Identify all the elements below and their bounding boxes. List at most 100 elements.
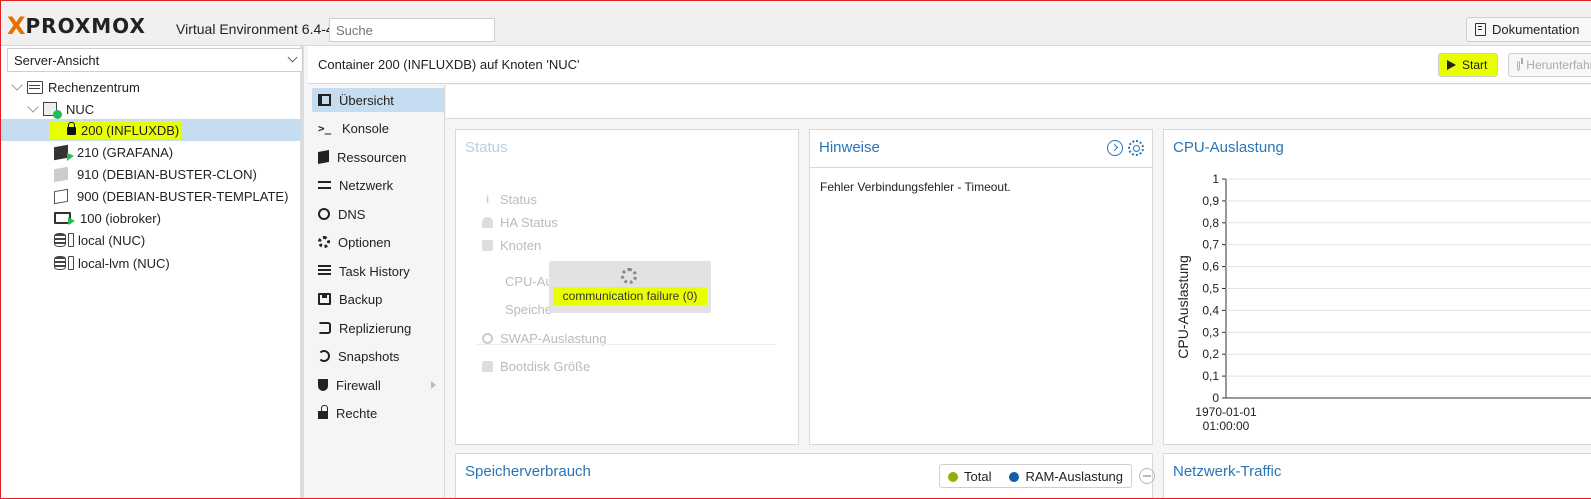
menu-item-label: Firewall	[336, 377, 381, 393]
gear-icon	[318, 236, 330, 248]
gridlines	[1225, 178, 1591, 399]
tree-item-ct-210[interactable]: 210 (GRAFANA)	[1, 141, 301, 163]
tree-item-label: 210 (GRAFANA)	[77, 144, 174, 160]
container-running-icon	[54, 144, 74, 161]
collapse-icon[interactable]	[1139, 468, 1155, 484]
menu-item-snapshots[interactable]: Snapshots	[312, 344, 444, 368]
refresh-icon	[482, 332, 493, 344]
status-row: HA Status	[482, 213, 558, 231]
tree-item-label: NUC	[66, 101, 95, 117]
menu-item-console[interactable]: >_ Konsole	[312, 116, 444, 140]
search-input[interactable]	[329, 18, 495, 42]
menu-item-backup[interactable]: Backup	[312, 287, 444, 311]
proxmox-logo[interactable]: X PROXMOX	[7, 14, 146, 38]
vm-running-icon	[54, 212, 75, 225]
history-icon	[318, 350, 330, 362]
retweet-icon	[318, 322, 331, 334]
status-row-label: HA Status	[500, 214, 558, 230]
y-tick-label: 0,7	[1202, 238, 1219, 252]
status-row: Bootdisk Größe	[482, 357, 590, 375]
legend-item-ram[interactable]: RAM-Auslastung	[1009, 469, 1123, 484]
expander-icon[interactable]	[11, 79, 23, 91]
view-select[interactable]: Server-Ansicht	[7, 48, 303, 72]
y-tick-label: 0,2	[1202, 347, 1219, 361]
menu-item-dns[interactable]: DNS	[312, 202, 444, 226]
console-icon: >_	[318, 121, 332, 135]
legend-label: Total	[964, 468, 992, 484]
y-tick-label: 0,9	[1202, 194, 1219, 208]
tree-item-ct-200[interactable]: 200 (INFLUXDB)	[1, 119, 301, 141]
tree-item-label: local-lvm (NUC)	[78, 255, 170, 271]
documentation-button[interactable]: Dokumentation	[1466, 17, 1591, 42]
tree-item-ct-910[interactable]: 910 (DEBIAN-BUSTER-CLON)	[1, 163, 301, 185]
tree-item-storage-local-lvm[interactable]: local-lvm (NUC)	[1, 252, 301, 274]
menu-item-permissions[interactable]: Rechte	[312, 401, 444, 425]
node-icon	[43, 102, 62, 119]
expander-icon[interactable]	[27, 101, 39, 113]
menu-item-label: Optionen	[338, 234, 391, 250]
menu-item-replication[interactable]: Replizierung	[312, 316, 444, 340]
list-icon	[318, 265, 331, 277]
gear-icon[interactable]	[1128, 140, 1144, 156]
menu-item-resources[interactable]: Ressourcen	[312, 145, 444, 169]
x-ticks: 1970-01-01 01:00:00	[1195, 405, 1257, 433]
documentation-label: Dokumentation	[1492, 22, 1580, 37]
status-ok-icon	[53, 110, 62, 119]
tree-item-storage-local[interactable]: local (NUC)	[1, 229, 301, 251]
y-tick-label: 0,6	[1202, 260, 1219, 274]
tree-item-node-nuc[interactable]: NUC	[1, 98, 301, 120]
collapse-arrow-icon[interactable]	[1107, 140, 1123, 156]
cpu-panel-title: CPU-Auslastung	[1173, 139, 1284, 156]
menu-item-options[interactable]: Optionen	[312, 230, 444, 254]
device-icon	[68, 233, 74, 247]
y-tick-label: 0	[1212, 391, 1219, 405]
cube-icon	[318, 150, 329, 164]
start-button[interactable]: Start	[1438, 53, 1498, 77]
x-tick-label: 1970-01-01 01:00:00	[1195, 405, 1257, 433]
tree-item-label: 910 (DEBIAN-BUSTER-CLON)	[77, 166, 257, 182]
power-icon	[1517, 57, 1524, 71]
device-icon	[68, 256, 74, 270]
loading-message: communication failure (0)	[552, 287, 708, 305]
legend-dot-icon	[1009, 471, 1020, 482]
y-axis-label: CPU-Auslastung	[1175, 255, 1191, 359]
status-row-label: Bootdisk Größe	[500, 358, 591, 374]
cpu-panel: CPU-Auslastung CPU-Auslastung 0 0,1 0,2 0,3…	[1163, 129, 1591, 445]
menu-item-label: Netzwerk	[339, 177, 394, 193]
y-tick-label: 0,5	[1202, 282, 1219, 296]
y-tick-label: 0,4	[1202, 303, 1219, 317]
network-icon	[318, 179, 331, 191]
tree-item-label: local (NUC)	[78, 232, 146, 248]
shutdown-button[interactable]: Herunterfahren	[1508, 53, 1591, 77]
tree-item-datacenter[interactable]: Rechenzentrum	[1, 76, 301, 98]
tree-item-vm-100[interactable]: 100 (iobroker)	[1, 207, 301, 229]
status-row: Speiche	[505, 300, 552, 318]
memory-panel: Speicherverbrauch Total RAM-Auslastung	[455, 453, 1155, 498]
datacenter-icon	[27, 80, 43, 94]
y-tick-label: 1	[1212, 172, 1219, 186]
view-select-value: Server-Ansicht	[14, 53, 100, 68]
y-ticks: 0 0,1 0,2 0,3 0,4 0,5 0,6 0,7 0,8 0,9 1	[1202, 172, 1226, 405]
hints-body: Fehler Verbindungsfehler - Timeout.	[810, 167, 1152, 446]
top-header: X PROXMOX Virtual Environment 6.4-4 Doku…	[1, 1, 1591, 46]
loading-message-container: communication failure (0)	[549, 287, 711, 305]
tree-item-highlight: 200 (INFLUXDB)	[49, 121, 182, 139]
menu-item-network[interactable]: Netzwerk	[312, 173, 444, 197]
building-icon	[482, 239, 493, 251]
y-tick-label: 0,3	[1202, 325, 1219, 339]
hints-panel: Hinweise Fehler Verbindungsfehler - Time…	[809, 129, 1153, 445]
hdd-icon	[482, 360, 493, 372]
network-panel-title: Netzwerk-Traffic	[1173, 463, 1282, 480]
shield-icon	[318, 379, 328, 391]
menu-item-label: Konsole	[342, 120, 389, 136]
tree-item-template-900[interactable]: 900 (DEBIAN-BUSTER-TEMPLATE)	[1, 185, 301, 207]
logo-wordmark: PROXMOX	[25, 14, 146, 38]
y-tick-label: 0,8	[1202, 216, 1219, 230]
menu-item-firewall[interactable]: Firewall	[312, 373, 444, 397]
legend-label: RAM-Auslastung	[1025, 468, 1124, 484]
container-stopped-icon	[54, 166, 68, 182]
legend-item-total[interactable]: Total	[948, 469, 991, 484]
menu-item-task-history[interactable]: Task History	[312, 259, 444, 283]
tree-item-label: Rechenzentrum	[48, 79, 140, 95]
menu-item-overview[interactable]: Übersicht	[312, 88, 444, 112]
